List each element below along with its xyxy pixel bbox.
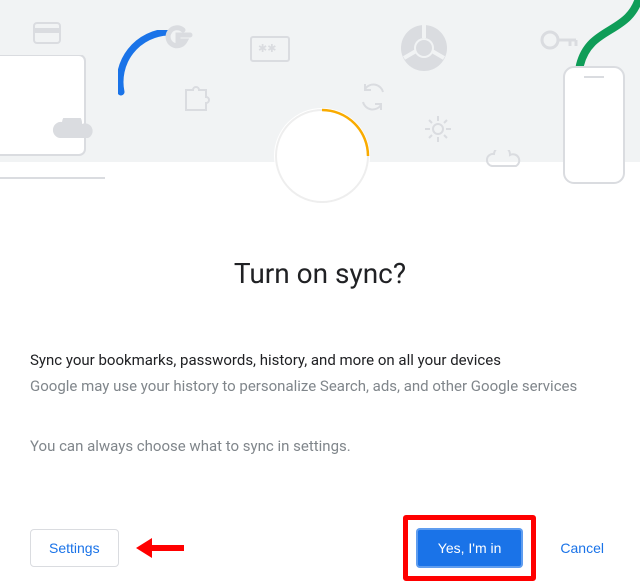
loading-spinner	[274, 108, 370, 204]
settings-button[interactable]: Settings	[30, 529, 119, 567]
cancel-button[interactable]: Cancel	[554, 530, 610, 566]
gear-icon	[423, 114, 453, 144]
dialog-footer: Settings Yes, I'm in Cancel	[0, 508, 640, 588]
annotation-arrow-icon	[134, 533, 186, 563]
puzzle-icon	[180, 80, 212, 112]
phone-icon	[562, 65, 626, 185]
confirm-button[interactable]: Yes, I'm in	[416, 528, 524, 568]
dialog-title: Turn on sync?	[30, 257, 610, 290]
dialog-description-secondary: Google may use your history to personali…	[30, 374, 610, 398]
cloud-icon	[486, 150, 526, 168]
google-g-icon	[163, 23, 193, 53]
dialog-note: You can always choose what to sync in se…	[30, 434, 610, 458]
password-icon: ✱✱	[250, 36, 290, 62]
cloud-icon	[52, 118, 96, 140]
card-icon	[33, 22, 61, 44]
hero-illustration: ✱✱	[0, 0, 640, 162]
chrome-icon	[399, 23, 449, 73]
svg-text:✱✱: ✱✱	[258, 42, 276, 55]
annotation-highlight-box: Yes, I'm in	[403, 515, 537, 581]
dialog-content: Turn on sync? Sync your bookmarks, passw…	[0, 257, 640, 458]
dialog-description-primary: Sync your bookmarks, passwords, history,…	[30, 348, 610, 372]
